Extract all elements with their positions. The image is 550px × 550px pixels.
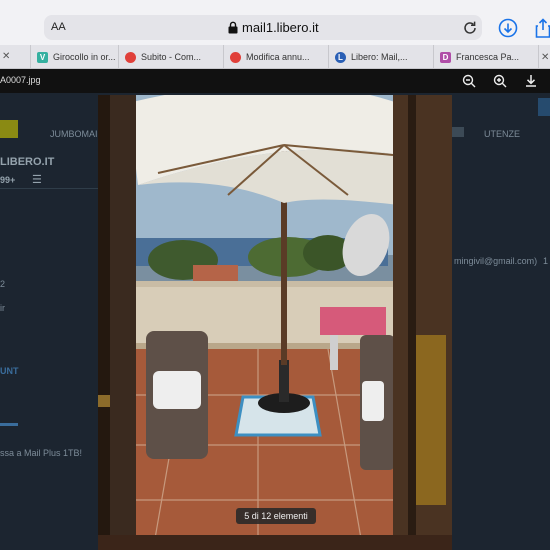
tab-1[interactable]: V Girocollo in or... [30, 45, 118, 69]
tab-label: Girocollo in or... [53, 52, 116, 62]
zoom-in-icon[interactable] [492, 73, 508, 89]
download-icon[interactable] [523, 73, 539, 89]
menu-item-jumbomail: JUMBOMAIL [50, 129, 103, 139]
url-text: mail1.libero.it [242, 20, 319, 35]
tab-label: Libero: Mail,... [351, 52, 408, 62]
zoom-out-icon[interactable] [461, 73, 477, 89]
users-icon [452, 127, 464, 137]
progress-indicator [0, 423, 18, 426]
tab-previous-partial[interactable]: ✕ [0, 45, 30, 69]
email-fragment: mingivil@gmail.com) [454, 256, 538, 266]
tab-label: Francesca Pa... [456, 52, 520, 62]
close-icon[interactable]: ✕ [2, 51, 10, 62]
address-bar[interactable]: AA mail1.libero.it [44, 15, 482, 40]
tab-5[interactable]: D Francesca Pa... [433, 45, 538, 69]
page-logo-block [0, 120, 18, 138]
terrace-photo [98, 95, 452, 550]
favicon-letter: V [39, 52, 46, 62]
account-link-fragment: UNT [0, 366, 19, 376]
subito-favicon-icon [230, 51, 241, 63]
brand-label: LIBERO.IT [0, 156, 55, 168]
tab-2[interactable]: Subito - Com... [118, 45, 223, 69]
inbox-badge-count: 99+ [0, 175, 16, 185]
file-name: A0007.jpg [0, 75, 41, 85]
preview-image [98, 95, 452, 550]
favicon-letter: D [442, 52, 449, 62]
lock-icon [228, 21, 238, 34]
page-text-fragment: 1 [543, 256, 549, 266]
tab-bar: ✕ V Girocollo in or... Subito - Com... M… [0, 45, 550, 69]
subito-favicon-icon [125, 51, 136, 63]
close-icon[interactable]: ✕ [541, 52, 549, 63]
favicon-icon: V [37, 51, 48, 63]
users-label: UTENZE [484, 129, 520, 139]
tab-label: Modifica annu... [246, 52, 310, 62]
tab-label: Subito - Com... [141, 52, 202, 62]
tab-3[interactable]: Modifica annu... [223, 45, 328, 69]
favicon-letter: L [338, 52, 343, 62]
tab-4[interactable]: L Libero: Mail,... [328, 45, 433, 69]
page-scroll-button [538, 98, 550, 116]
page-text-fragment: ir [0, 303, 5, 313]
promo-text-fragment: ssa a Mail Plus 1TB! [0, 448, 83, 458]
page-number-fragment: 2 [0, 279, 6, 289]
browser-toolbar: AA mail1.libero.it [0, 0, 550, 45]
text-size-button[interactable]: AA [51, 21, 66, 33]
favicon-icon: D [440, 51, 451, 63]
image-counter: 5 di 12 elementi [236, 508, 316, 524]
reload-icon[interactable] [462, 20, 478, 36]
menu-icon: ☰ [32, 174, 42, 186]
share-icon[interactable] [532, 17, 550, 39]
divider [0, 188, 98, 189]
download-icon[interactable] [497, 17, 519, 39]
libero-favicon-icon: L [335, 51, 346, 63]
viewer-header: A0007.jpg [0, 69, 550, 93]
tab-close-partial[interactable]: ✕ [538, 45, 550, 69]
